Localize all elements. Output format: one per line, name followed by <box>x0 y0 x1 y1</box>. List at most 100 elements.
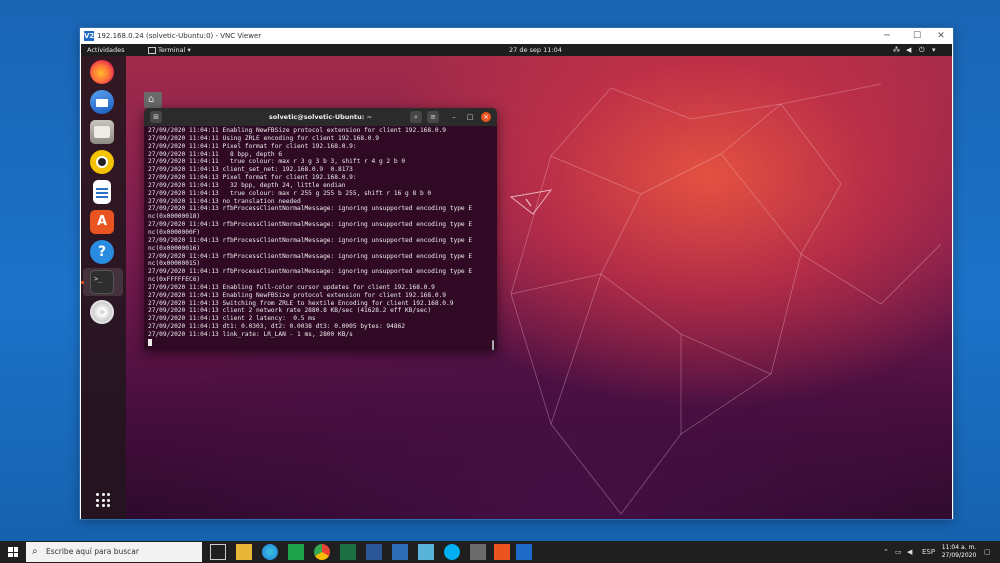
libreoffice-writer-icon[interactable] <box>93 180 111 204</box>
volume-icon[interactable]: ◀ <box>906 44 911 56</box>
hamburger-menu-icon[interactable]: ≡ <box>427 111 439 123</box>
search-placeholder: Escribe aquí para buscar <box>46 547 139 556</box>
vnc-viewer-window[interactable]: V2 192.168.0.24 (solvetic-Ubuntu:0) - VN… <box>80 28 953 519</box>
app-icon[interactable] <box>418 544 434 560</box>
terminal-line: nc(0xFFFFFEC6) <box>148 276 201 284</box>
terminal-cursor <box>148 338 152 346</box>
datetime-menu[interactable]: 27 de sep 11:04 <box>509 44 562 56</box>
running-indicator-dot <box>81 281 84 284</box>
tray-chevron-icon[interactable]: ⌃ <box>883 541 889 563</box>
terminal-line: 27/09/2020 11:04:13 Switching from ZRLE … <box>148 299 454 307</box>
terminal-icon[interactable]: >_ <box>90 270 114 294</box>
terminal-line: 27/09/2020 11:04:11 Enabling NewFBSize p… <box>148 127 447 134</box>
ubuntu-top-bar: Actividades Terminal ▾ 27 de sep 11:04 ⁂… <box>81 44 952 56</box>
terminal-output[interactable]: 27/09/2020 11:04:11 Enabling NewFBSize p… <box>148 127 488 347</box>
activities-button[interactable]: Actividades <box>87 44 125 56</box>
show-applications-icon[interactable] <box>96 493 110 507</box>
snipping-tool-icon[interactable] <box>470 544 486 560</box>
terminal-prompt-line[interactable] <box>148 338 488 347</box>
ubuntu-dock: A ? >_ <box>81 56 126 519</box>
terminal-header-bar[interactable]: ⊞ solvetic@solvetic-Ubuntu: ~ ⌕ ≡ – □ × <box>144 108 497 126</box>
terminal-line: 27/09/2020 11:04:13 Enabling full-color … <box>148 283 435 291</box>
task-view-icon[interactable] <box>210 544 226 560</box>
home-folder-desktop-icon[interactable] <box>144 92 162 108</box>
word-icon[interactable] <box>366 544 382 560</box>
system-menu-arrow-icon[interactable]: ▾ <box>932 44 936 56</box>
terminal-scrollbar[interactable] <box>492 340 494 350</box>
terminal-line: 27/09/2020 11:04:13 rfbProcessClientNorm… <box>148 268 473 276</box>
camtasia-green-icon[interactable] <box>288 544 304 560</box>
help-icon[interactable]: ? <box>90 240 114 264</box>
vnc-window-title: 192.168.0.24 (solvetic-Ubuntu:0) - VNC V… <box>97 32 262 40</box>
excel-icon[interactable] <box>340 544 356 560</box>
tray-volume-icon[interactable]: ◀ <box>907 541 912 563</box>
terminal-line: 27/09/2020 11:04:11 true colour: max r 3… <box>148 158 406 166</box>
terminal-line: 27/09/2020 11:04:13 32 bpp, depth 24, li… <box>148 181 346 189</box>
terminal-line: 27/09/2020 11:04:11 8 bpp, depth 6 <box>148 150 283 158</box>
power-icon[interactable]: ⏻ <box>919 44 925 56</box>
terminal-line: 27/09/2020 11:04:13 link_rate: LR_LAN - … <box>148 330 353 338</box>
close-button[interactable]: ✕ <box>930 29 952 43</box>
tray-language[interactable]: ESP <box>922 541 935 563</box>
writer-lines <box>96 188 108 198</box>
vnc-title-bar[interactable]: V2 192.168.0.24 (solvetic-Ubuntu:0) - VN… <box>80 28 953 44</box>
terminal-line: 27/09/2020 11:04:13 rfbProcessClientNorm… <box>148 205 473 213</box>
edge-icon[interactable] <box>262 544 278 560</box>
terminal-title: solvetic@solvetic-Ubuntu: ~ <box>268 113 373 121</box>
terminal-line: 27/09/2020 11:04:13 no translation neede… <box>148 197 301 205</box>
terminal-line: 27/09/2020 11:04:13 client 2 network rat… <box>148 307 432 315</box>
terminal-minimize-icon[interactable]: – <box>449 112 459 122</box>
terminal-line: nc(0x00000015) <box>148 260 201 268</box>
ubuntu-desktop: Actividades Terminal ▾ 27 de sep 11:04 ⁂… <box>81 44 952 519</box>
taskbar-clock[interactable]: 11:04 a. m. 27/09/2020 <box>940 544 978 560</box>
windows-taskbar: ⌕ Escribe aquí para buscar ⌃ ▭ ◀ ESP 11:… <box>0 541 1000 563</box>
software-bag-letter: A <box>96 214 108 229</box>
search-icon: ⌕ <box>32 546 38 557</box>
rhythmbox-icon[interactable] <box>90 150 114 174</box>
terminal-line: 27/09/2020 11:04:13 rfbProcessClientNorm… <box>148 236 473 244</box>
terminal-line: 27/09/2020 11:04:13 Pixel format for cli… <box>148 174 357 182</box>
clock-date: 27/09/2020 <box>941 552 977 559</box>
firefox-icon[interactable] <box>90 60 114 84</box>
vnc-viewer-taskbar-icon[interactable] <box>516 544 532 560</box>
tray-network-icon[interactable]: ▭ <box>895 541 902 563</box>
terminal-maximize-icon[interactable]: □ <box>465 112 475 122</box>
terminal-line: nc(0x00000016) <box>148 244 201 252</box>
terminal-window[interactable]: ⊞ solvetic@solvetic-Ubuntu: ~ ⌕ ≡ – □ × … <box>144 108 497 350</box>
question-mark: ? <box>97 244 107 260</box>
network-icon[interactable]: ⁂ <box>893 44 900 56</box>
terminal-line: 27/09/2020 11:04:13 rfbProcessClientNorm… <box>148 221 473 229</box>
app-menu-label: Terminal ▾ <box>158 46 191 54</box>
vnc-logo-icon: V2 <box>84 31 95 41</box>
clock-time: 11:04 a. m. <box>941 544 977 551</box>
speaker-center <box>96 156 108 168</box>
files-icon[interactable] <box>90 120 114 144</box>
ubuntu-software-icon[interactable]: A <box>90 210 114 234</box>
taskbar-search-box[interactable]: ⌕ Escribe aquí para buscar <box>26 542 202 562</box>
terminal-close-icon[interactable]: × <box>481 112 491 122</box>
minimize-button[interactable]: ─ <box>876 29 898 43</box>
dvd-icon[interactable] <box>90 300 114 324</box>
ccleaner-icon[interactable] <box>494 544 510 560</box>
chrome-icon[interactable] <box>314 544 330 560</box>
terminal-line: 27/09/2020 11:04:11 Using ZRLE encoding … <box>148 134 379 142</box>
terminal-line: 27/09/2020 11:04:13 client 2 latency: 0.… <box>148 315 316 323</box>
file-explorer-icon[interactable] <box>236 544 252 560</box>
terminal-line: nc(0x0000000F) <box>148 228 201 236</box>
terminal-line: 27/09/2020 11:04:13 true colour: max r 2… <box>148 189 432 197</box>
notifications-icon[interactable]: ▢ <box>984 541 991 563</box>
terminal-line: nc(0x00000018) <box>148 213 201 221</box>
terminal-line: 27/09/2020 11:04:13 rfbProcessClientNorm… <box>148 252 473 260</box>
windows-start-icon[interactable] <box>8 547 18 557</box>
terminal-small-icon <box>148 46 156 54</box>
terminal-line: 27/09/2020 11:04:11 Pixel format for cli… <box>148 142 357 150</box>
maximize-button[interactable]: ☐ <box>906 29 928 43</box>
skype-icon[interactable] <box>444 544 460 560</box>
terminal-search-icon[interactable]: ⌕ <box>410 111 422 123</box>
thunderbird-icon[interactable] <box>90 90 114 114</box>
app-menu-terminal[interactable]: Terminal ▾ <box>148 44 191 56</box>
virtualbox-icon[interactable] <box>392 544 408 560</box>
folder-shape <box>94 126 110 138</box>
terminal-line: 27/09/2020 11:04:13 client_set_net: 192.… <box>148 166 353 174</box>
terminal-line: 27/09/2020 11:04:13 Enabling NewFBSize p… <box>148 291 447 299</box>
